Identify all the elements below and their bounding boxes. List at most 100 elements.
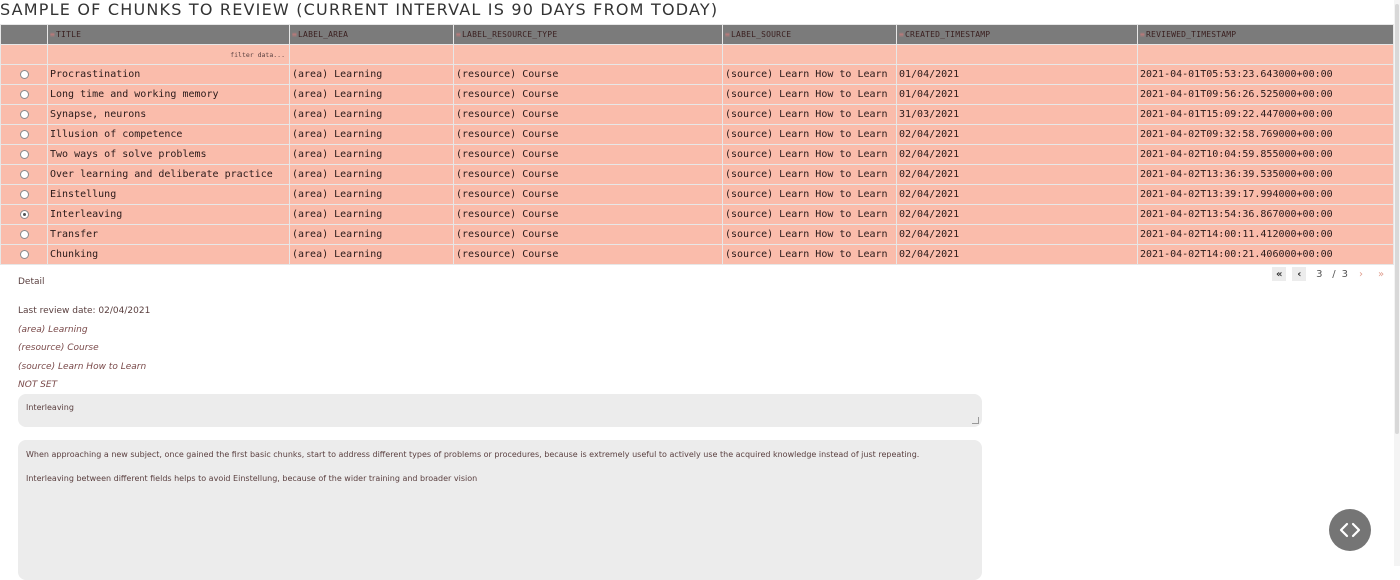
table-row[interactable]: Chunking (area) Learning (resource) Course… [0, 244, 1394, 265]
page-separator: / [1332, 268, 1336, 280]
cell-source: (source) Learn How to Learn [722, 164, 897, 185]
cell-source: (source) Learn How to Learn [722, 244, 897, 265]
chunk-body-textarea[interactable]: When approaching a new subject, once gai… [18, 440, 982, 580]
row-select-cell[interactable] [0, 104, 48, 125]
column-header-label-source[interactable]: ≡LABEL_SOURCE [722, 24, 897, 45]
cell-created: 02/04/2021 [896, 204, 1138, 225]
cell-created: 02/04/2021 [896, 224, 1138, 245]
cell-reviewed: 2021-04-02T13:39:17.994000+00:00 [1137, 184, 1394, 205]
resource-filter-input[interactable] [453, 44, 723, 65]
cell-source: (source) Learn How to Learn [722, 204, 897, 225]
cell-source: (source) Learn How to Learn [722, 184, 897, 205]
cell-area: (area) Learning [289, 84, 454, 105]
row-select-radio[interactable] [19, 189, 29, 199]
row-select-radio[interactable] [19, 169, 29, 179]
table-row[interactable]: Einstellung (area) Learning (resource) Cou… [0, 184, 1394, 205]
table-row[interactable]: Transfer (area) Learning (resource) Course… [0, 224, 1394, 245]
column-header-label-area[interactable]: ≡LABEL_AREA [289, 24, 454, 45]
cell-reviewed: 2021-04-01T09:56:26.525000+00:00 [1137, 84, 1394, 105]
row-select-radio[interactable] [19, 89, 29, 99]
reviewed-filter-input[interactable] [1137, 44, 1394, 65]
double-chevron-left-icon: « [1276, 268, 1283, 280]
cell-source: (source) Learn How to Learn [722, 124, 897, 145]
page-title: SAMPLE OF CHUNKS TO REVIEW (CURRENT INTE… [0, 0, 719, 19]
table-row[interactable]: Procrastination (area) Learning (resource)… [0, 64, 1394, 85]
last-review-date: Last review date: 02/04/2021 [18, 306, 151, 316]
cell-resource: (resource) Course [453, 64, 723, 85]
cell-resource: (resource) Course [453, 224, 723, 245]
first-page-button[interactable]: « [1272, 267, 1287, 281]
row-select-radio[interactable] [19, 109, 29, 119]
last-page-button[interactable]: » [1374, 267, 1388, 281]
table-row[interactable]: Over learning and deliberate practice (ar… [0, 164, 1394, 185]
row-select-cell[interactable] [0, 204, 48, 225]
row-select-radio[interactable] [19, 229, 29, 239]
code-brackets-icon [1339, 522, 1361, 538]
created-filter-input[interactable] [896, 44, 1138, 65]
cell-title: Illusion of competence [47, 124, 290, 145]
cell-title: Transfer [47, 224, 290, 245]
cell-area: (area) Learning [289, 104, 454, 125]
table-row[interactable]: Long time and working memory (area) Learn… [0, 84, 1394, 105]
row-select-cell[interactable] [0, 224, 48, 245]
cell-resource: (resource) Course [453, 244, 723, 265]
column-header-label-resource-type[interactable]: ≡LABEL_RESOURCE_TYPE [453, 24, 723, 45]
detail-label: Detail [18, 277, 45, 287]
cell-created: 01/04/2021 [896, 84, 1138, 105]
cell-title: Chunking [47, 244, 290, 265]
chevron-right-icon: › [1359, 268, 1363, 280]
next-page-button[interactable]: › [1354, 267, 1368, 281]
cell-created: 31/03/2021 [896, 104, 1138, 125]
cell-source: (source) Learn How to Learn [722, 84, 897, 105]
detail-panel: Detail Last review date: 02/04/2021 (are… [18, 276, 150, 395]
pagination: « ‹ 3 / 3 › » [1272, 267, 1388, 281]
row-select-radio[interactable] [19, 209, 29, 219]
source-filter-input[interactable] [722, 44, 897, 65]
row-select-radio[interactable] [19, 149, 29, 159]
cell-created: 01/04/2021 [896, 64, 1138, 85]
table-header-row: ≡TITLE ≡LABEL_AREA ≡LABEL_RESOURCE_TYPE … [0, 24, 1394, 45]
previous-page-button[interactable]: ‹ [1292, 267, 1307, 281]
column-header-reviewed-timestamp[interactable]: ≡REVIEWED_TIMESTAMP [1137, 24, 1394, 45]
chunk-title-textarea[interactable]: Interleaving [18, 394, 982, 427]
page-scrollbar[interactable] [1394, 0, 1400, 566]
row-select-cell[interactable] [0, 144, 48, 165]
detail-area: (area) Learning [18, 324, 88, 335]
row-select-cell[interactable] [0, 124, 48, 145]
table-row[interactable]: Two ways of solve problems (area) Learnin… [0, 144, 1394, 165]
cell-title: Long time and working memory [47, 84, 290, 105]
cell-created: 02/04/2021 [896, 184, 1138, 205]
row-select-radio[interactable] [19, 249, 29, 259]
row-select-cell[interactable] [0, 64, 48, 85]
cell-created: 02/04/2021 [896, 164, 1138, 185]
chunks-table: ≡TITLE ≡LABEL_AREA ≡LABEL_RESOURCE_TYPE … [0, 24, 1394, 265]
row-select-cell[interactable] [0, 164, 48, 185]
table-row[interactable]: Interleaving (area) Learning (resource) Co… [0, 204, 1394, 225]
table-row[interactable]: Synapse, neurons (area) Learning (resource… [0, 104, 1394, 125]
cell-resource: (resource) Course [453, 144, 723, 165]
area-filter-input[interactable] [289, 44, 454, 65]
scrollbar-thumb[interactable] [1395, 4, 1399, 434]
column-header-created-timestamp[interactable]: ≡CREATED_TIMESTAMP [896, 24, 1138, 45]
resize-handle-icon[interactable] [972, 417, 979, 424]
current-page-input[interactable]: 3 [1312, 269, 1326, 280]
row-select-cell[interactable] [0, 184, 48, 205]
cell-resource: (resource) Course [453, 184, 723, 205]
row-select-cell[interactable] [0, 244, 48, 265]
cell-reviewed: 2021-04-02T09:32:58.769000+00:00 [1137, 124, 1394, 145]
cell-area: (area) Learning [289, 164, 454, 185]
row-select-cell[interactable] [0, 84, 48, 105]
table-row[interactable]: Illusion of competence (area) Learning (re… [0, 124, 1394, 145]
double-chevron-right-icon: » [1377, 268, 1385, 280]
cell-area: (area) Learning [289, 124, 454, 145]
column-header-title[interactable]: ≡TITLE [47, 24, 290, 45]
row-select-radio[interactable] [19, 69, 29, 79]
cell-resource: (resource) Course [453, 204, 723, 225]
code-toggle-button[interactable] [1329, 509, 1371, 551]
title-filter-input[interactable]: filter data... [47, 44, 290, 65]
cell-resource: (resource) Course [453, 84, 723, 105]
cell-resource: (resource) Course [453, 124, 723, 145]
row-select-radio[interactable] [19, 129, 29, 139]
cell-title: Interleaving [47, 204, 290, 225]
cell-created: 02/04/2021 [896, 244, 1138, 265]
